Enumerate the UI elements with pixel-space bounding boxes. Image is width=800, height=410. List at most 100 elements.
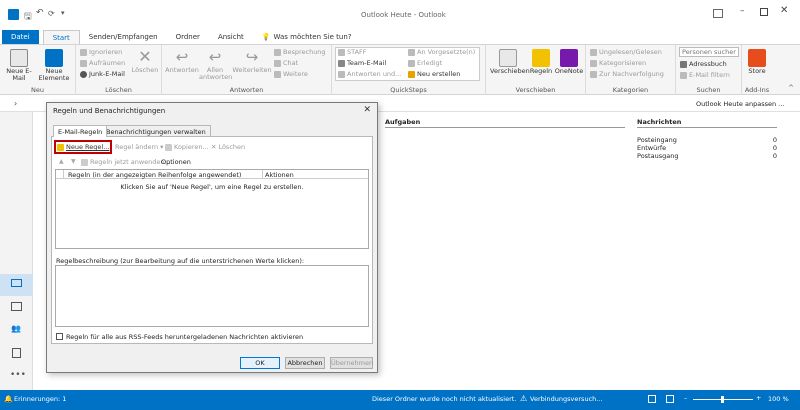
tab-email-rules[interactable]: E-Mail-Regeln [53, 125, 108, 137]
list-item[interactable]: Postausgang 0 [637, 152, 777, 160]
forward-button[interactable]: ↪ Weiterleiten [232, 47, 272, 74]
group-label-quicksteps: QuickSteps [390, 86, 427, 94]
group-verschieben: Verschieben Regeln OneNote Verschieben [486, 45, 586, 95]
tab-ordner[interactable]: Ordner [167, 30, 209, 44]
junk-button[interactable]: Junk-E-Mail [80, 70, 125, 78]
copy-icon [165, 143, 172, 151]
quickstep-staff[interactable]: STAFF [338, 48, 367, 56]
group-antworten: ↩ Antworten ↩ Allen antworten ↪ Weiterle… [162, 45, 332, 95]
delete-button[interactable]: ✕ Löschen [131, 47, 159, 74]
bell-icon: 🔔 [4, 395, 13, 403]
sync-icon[interactable]: ⟳ [48, 9, 55, 18]
move-button[interactable]: Verschieben [490, 47, 530, 75]
new-rule-button[interactable]: Neue Regel... [57, 143, 109, 151]
tab-ansicht[interactable]: Ansicht [209, 30, 253, 44]
list-item[interactable]: Posteingang 0 [637, 136, 777, 144]
onenote-button[interactable]: OneNote [554, 47, 584, 75]
reply-all-button[interactable]: ↩ Allen antworten [199, 47, 232, 81]
reading-view-icon[interactable] [666, 395, 674, 403]
quickstep-create-new[interactable]: Neu erstellen [408, 70, 460, 78]
quickstep-manager[interactable]: An Vorgesetzte(n) [408, 48, 475, 56]
delete-rule-button[interactable]: ✕ Löschen [211, 143, 245, 151]
expand-folder-pane-icon[interactable]: › [14, 99, 17, 108]
reminders-status[interactable]: Erinnerungen: 1 [14, 395, 66, 403]
actions-column-header[interactable]: Aktionen [265, 171, 294, 179]
store-button[interactable]: Store [744, 47, 770, 75]
qat-dropdown-icon[interactable]: ▾ [61, 9, 65, 17]
new-email-button[interactable]: Neue E-Mail [4, 47, 34, 82]
addressbook-button[interactable]: Adressbuch [680, 60, 727, 68]
rule-description-label: Regelbeschreibung (zur Bearbeitung auf d… [56, 257, 305, 265]
categorize-icon [590, 59, 597, 67]
maximize-button[interactable] [760, 8, 768, 16]
tab-start[interactable]: Start [42, 30, 80, 44]
rules-icon [532, 49, 550, 67]
rss-checkbox[interactable] [56, 333, 63, 340]
ignore-button[interactable]: Ignorieren [80, 48, 122, 56]
run-rules-icon [81, 158, 88, 166]
change-rule-button[interactable]: Regel ändern ▾ [115, 143, 163, 151]
people-icon[interactable]: 👥 [11, 324, 21, 333]
calendar-icon[interactable] [11, 302, 22, 311]
more-button[interactable]: Weitere [274, 70, 308, 78]
rule-description-box[interactable] [55, 265, 369, 327]
followup-button[interactable]: Zur Nachverfolgung [590, 70, 664, 78]
options-button[interactable]: Optionen [161, 158, 191, 166]
manager-icon [408, 48, 415, 56]
tab-datei[interactable]: Datei [2, 30, 39, 44]
group-label-antworten: Antworten [229, 86, 264, 94]
people-search-input[interactable] [679, 47, 739, 57]
chat-button[interactable]: Chat [274, 59, 298, 67]
mail-nav-item[interactable] [0, 274, 33, 296]
ok-button[interactable]: OK [240, 357, 280, 369]
cleanup-icon [80, 59, 87, 67]
ribbon-options-icon[interactable] [713, 9, 723, 18]
group-label-addins: Add-Ins [744, 86, 770, 94]
apply-button[interactable]: Übernehmen [330, 357, 373, 369]
zoom-slider-thumb[interactable] [721, 396, 724, 403]
tell-me-search[interactable]: 💡 Was möchten Sie tun? [253, 30, 361, 44]
quickstep-reply-and[interactable]: Antworten und... [338, 70, 401, 78]
dialog-close-button[interactable]: ✕ [363, 105, 371, 115]
unread-read-button[interactable]: Ungelesen/Gelesen [590, 48, 662, 56]
new-items-button[interactable]: Neue Elemente [36, 47, 72, 82]
zoom-in-icon[interactable]: + [756, 394, 761, 402]
messages-header: Nachrichten [637, 118, 777, 128]
cleanup-button[interactable]: Aufräumen [80, 59, 125, 67]
meeting-button[interactable]: Besprechung [274, 48, 326, 56]
connection-status: Verbindungsversuch... [530, 395, 603, 403]
quickstep-team-email[interactable]: Team-E-Mail [338, 59, 386, 67]
quickstep-done[interactable]: Erledigt [408, 59, 442, 67]
rule-column-header[interactable]: Regeln (in der angezeigten Reihenfolge a… [68, 171, 241, 179]
categorize-button[interactable]: Kategorisieren [590, 59, 646, 67]
move-up-icon[interactable]: ▲ [59, 158, 64, 165]
filter-email-button[interactable]: E-Mail filtern [680, 71, 730, 79]
zoom-level[interactable]: 100 % [768, 395, 789, 403]
reply-button[interactable]: ↩ Antworten [165, 47, 199, 74]
group-label-kategorien: Kategorien [612, 86, 649, 94]
check-icon [408, 59, 415, 67]
more-apps-icon[interactable]: ••• [10, 370, 26, 380]
rules-button[interactable]: Regeln [528, 47, 554, 75]
tasks-icon[interactable] [12, 348, 21, 358]
store-icon [748, 49, 766, 67]
customize-outlook-today-link[interactable]: Outlook Heute anpassen ... [696, 100, 784, 108]
minimize-button[interactable]: – [740, 6, 745, 16]
normal-view-icon[interactable] [648, 395, 656, 403]
close-button[interactable]: ✕ [780, 5, 788, 16]
title-bar: 🖫 ↶ ⟳ ▾ Outlook Heute - Outlook – ✕ [0, 0, 800, 30]
rules-list[interactable]: Regeln (in der angezeigten Reihenfolge a… [55, 169, 369, 249]
undo-icon[interactable]: ↶ [36, 8, 44, 18]
copy-rule-button[interactable]: Kopieren... [165, 143, 209, 151]
staff-icon [338, 48, 345, 56]
move-down-icon[interactable]: ▼ [71, 158, 76, 165]
collapse-ribbon-icon[interactable]: ^ [788, 84, 794, 92]
zoom-out-icon[interactable]: – [684, 394, 687, 402]
run-rules-button[interactable]: Regeln jetzt anwenden... [81, 158, 171, 166]
save-icon[interactable]: 🖫 [24, 9, 32, 25]
tab-senden-empfangen[interactable]: Senden/Empfangen [80, 30, 167, 44]
reply-all-icon: ↩ [208, 48, 222, 66]
group-label-suchen: Suchen [696, 86, 721, 94]
list-item[interactable]: Entwürfe 0 [637, 144, 777, 152]
cancel-button[interactable]: Abbrechen [285, 357, 325, 369]
